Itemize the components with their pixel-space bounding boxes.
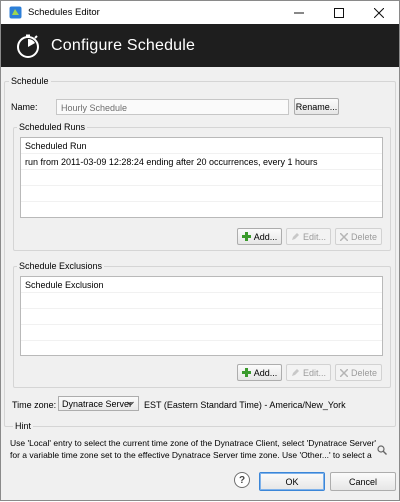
- edit-icon: [291, 232, 300, 241]
- scheduled-runs-legend: Scheduled Runs: [17, 122, 88, 132]
- exclusions-edit-button[interactable]: Edit...: [286, 364, 331, 381]
- timezone-description: EST (Eastern Standard Time) - America/Ne…: [144, 400, 346, 410]
- runs-delete-button[interactable]: Delete: [335, 228, 382, 245]
- close-button[interactable]: [359, 1, 399, 24]
- exclusions-delete-label: Delete: [350, 367, 377, 378]
- runs-add-label: Add...: [253, 231, 278, 242]
- hint-line-2: for a variable time zone set to the effe…: [10, 450, 372, 460]
- exclusions-add-button[interactable]: Add...: [237, 364, 282, 381]
- add-icon: [241, 232, 251, 241]
- schedule-exclusions-list[interactable]: Schedule Exclusion - - -: [20, 276, 383, 356]
- maximize-button[interactable]: [319, 1, 359, 24]
- name-label: Name:: [11, 102, 38, 112]
- app-icon: [8, 6, 22, 20]
- dialog-content: Schedule Name: Hourly Schedule Rename...…: [1, 67, 399, 502]
- scheduled-runs-list[interactable]: Scheduled Run run from 2011-03-09 12:28:…: [20, 137, 383, 218]
- schedule-exclusions-legend: Schedule Exclusions: [17, 261, 105, 271]
- exclusions-add-label: Add...: [253, 367, 278, 378]
- hint-legend: Hint: [13, 421, 34, 431]
- help-icon[interactable]: ?: [234, 472, 250, 488]
- add-icon: [241, 368, 251, 377]
- header-banner: Configure Schedule: [1, 24, 399, 67]
- schedules-editor-window: Schedules Editor Configure Schedule Sche…: [0, 0, 400, 501]
- runs-delete-label: Delete: [350, 231, 377, 242]
- ok-button-label: OK: [285, 476, 299, 487]
- list-row-empty: -: [21, 170, 382, 186]
- hint-text: Use 'Local' entry to select the current …: [10, 437, 378, 461]
- stopwatch-icon: [17, 34, 39, 58]
- runs-edit-label: Edit...: [302, 231, 326, 242]
- list-row-empty: -: [21, 325, 382, 341]
- title-bar: Schedules Editor: [1, 1, 399, 24]
- list-item[interactable]: run from 2011-03-09 12:28:24 ending afte…: [21, 154, 382, 170]
- list-item[interactable]: Scheduled Run: [21, 138, 382, 154]
- rename-button-label: Rename...: [295, 101, 338, 112]
- schedule-name-field[interactable]: Hourly Schedule: [56, 99, 289, 115]
- chevron-down-icon: [127, 400, 134, 407]
- timezone-select-value: Dynatrace Server: [62, 398, 133, 409]
- timezone-label: Time zone:: [12, 400, 57, 410]
- edit-icon: [291, 368, 300, 377]
- list-row-empty: -: [21, 293, 382, 309]
- timezone-select[interactable]: Dynatrace Server: [58, 396, 139, 411]
- page-title: Configure Schedule: [51, 36, 196, 54]
- ok-button[interactable]: OK: [259, 472, 325, 491]
- exclusions-edit-label: Edit...: [302, 367, 326, 378]
- window-title: Schedules Editor: [28, 7, 100, 18]
- runs-edit-button[interactable]: Edit...: [286, 228, 331, 245]
- rename-button[interactable]: Rename...: [294, 98, 339, 115]
- cancel-button[interactable]: Cancel: [330, 472, 396, 491]
- minimize-button[interactable]: [279, 1, 319, 24]
- runs-add-button[interactable]: Add...: [237, 228, 282, 245]
- schedule-group-legend: Schedule: [9, 76, 51, 86]
- delete-icon: [339, 368, 348, 377]
- cancel-button-label: Cancel: [348, 476, 377, 487]
- list-item[interactable]: Schedule Exclusion: [21, 277, 382, 293]
- list-row-empty: -: [21, 186, 382, 202]
- search-icon[interactable]: [377, 445, 387, 455]
- list-row-empty: -: [21, 309, 382, 325]
- delete-icon: [339, 232, 348, 241]
- exclusions-delete-button[interactable]: Delete: [335, 364, 382, 381]
- hint-line-1: Use 'Local' entry to select the current …: [10, 438, 377, 448]
